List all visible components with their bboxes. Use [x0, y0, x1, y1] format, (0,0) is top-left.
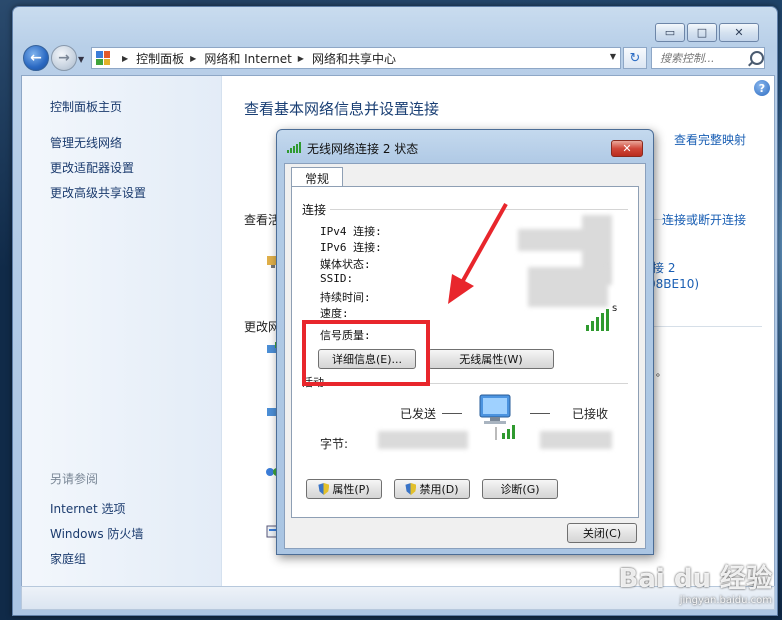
help-icon[interactable]: ?: [754, 80, 770, 96]
breadcrumb-separator: ▶: [122, 53, 129, 63]
back-button[interactable]: ←: [23, 45, 49, 71]
change-adapter-link[interactable]: 更改适配器设置: [50, 159, 134, 176]
connection-id-link[interactable]: 08BE10): [648, 277, 699, 291]
bytes-label: 字节:: [320, 437, 349, 451]
windows-firewall-link[interactable]: Windows 防火墙: [50, 525, 143, 542]
ipv6-label: IPv6 连接:: [320, 241, 382, 254]
details-button[interactable]: 详细信息(E)...: [318, 349, 416, 369]
caption-buttons: ▭ □ ✕: [655, 23, 759, 42]
dialog-close-button[interactable]: ✕: [611, 140, 643, 157]
navigation-bar: ← → ▼ ▶ 控制面板 ▶ 网络和 Internet ▶ 网络和共享中心 ▼ …: [21, 45, 771, 71]
speed-label: 速度:: [320, 307, 349, 320]
page-title: 查看基本网络信息并设置连接: [244, 100, 440, 118]
arrow-left-icon: ←: [30, 50, 42, 66]
forward-button[interactable]: →: [51, 45, 77, 71]
wireless-properties-button[interactable]: 无线属性(W): [428, 349, 554, 369]
properties-button[interactable]: 属性(P): [306, 479, 382, 499]
sent-dash: [442, 413, 462, 414]
properties-button-label: 属性(P): [332, 483, 370, 496]
ipv4-label: IPv4 连接:: [320, 225, 382, 238]
maximize-button[interactable]: □: [687, 23, 717, 42]
disable-button[interactable]: 禁用(D): [394, 479, 470, 499]
search-input[interactable]: [658, 50, 746, 66]
connection-name-link[interactable]: 接 2: [652, 259, 675, 276]
computer-activity-icon: [479, 394, 515, 440]
group-divider: [302, 383, 628, 384]
connect-disconnect-link[interactable]: 连接或断开连接: [662, 211, 746, 228]
red-arrow-icon: [448, 203, 508, 304]
partial-text: s: [612, 303, 618, 314]
address-bar[interactable]: ▶ 控制面板 ▶ 网络和 Internet ▶ 网络和共享中心 ▼: [91, 47, 621, 69]
see-also-heading: 另请参阅: [50, 472, 99, 486]
uac-shield-icon: [318, 483, 330, 495]
recent-pages-dropdown[interactable]: ▼: [78, 55, 84, 64]
connection-group-label: 连接: [302, 201, 331, 218]
full-map-link[interactable]: 查看完整映射: [674, 131, 746, 148]
activity-group-label: 活动: [302, 377, 328, 389]
watermark: Bai du 经验 jingyan.baidu.com: [619, 558, 773, 606]
redacted-received-bytes: [540, 431, 612, 449]
watermark-url: jingyan.baidu.com: [679, 595, 772, 606]
internet-options-link[interactable]: Internet 选项: [50, 500, 125, 517]
arrow-right-icon: →: [58, 50, 70, 66]
search-icon[interactable]: [750, 51, 764, 65]
diagnose-button[interactable]: 诊断(G): [482, 479, 558, 499]
ssid-label: SSID:: [320, 272, 354, 285]
uac-shield-icon: [405, 483, 417, 495]
minimize-button[interactable]: ▭: [655, 23, 685, 42]
duration-label: 持续时间:: [320, 291, 371, 304]
breadcrumb-network-internet[interactable]: 网络和 Internet: [204, 50, 291, 67]
media-state-label: 媒体状态:: [320, 258, 371, 271]
redacted-value: [518, 229, 588, 251]
dialog-title: 无线网络连接 2 状态: [307, 142, 419, 156]
control-panel-icon: [96, 51, 110, 65]
received-dash: [530, 413, 550, 414]
watermark-logo: Bai du 经验: [618, 564, 773, 594]
breadcrumb-separator[interactable]: ▶: [298, 54, 304, 63]
signal-bars-icon: [287, 142, 301, 153]
disable-button-label: 禁用(D): [419, 483, 459, 496]
advanced-sharing-link[interactable]: 更改高级共享设置: [50, 184, 146, 201]
redacted-sent-bytes: [378, 431, 468, 449]
partial-text: 。: [656, 368, 666, 379]
redacted-value: [528, 267, 608, 307]
breadcrumb-separator[interactable]: ▶: [190, 54, 196, 63]
received-label: 已接收: [572, 407, 609, 421]
refresh-icon: ↻: [629, 50, 641, 66]
wireless-status-dialog: 无线网络连接 2 状态 ✕ 常规 连接 IPv4 连接: IPv6 连接: 媒体…: [276, 129, 654, 555]
close-dialog-button[interactable]: 关闭(C): [567, 523, 637, 543]
sent-label: 已发送: [400, 407, 437, 421]
homegroup-link[interactable]: 家庭组: [50, 550, 86, 567]
breadcrumb-control-panel[interactable]: 控制面板: [136, 50, 184, 67]
close-button[interactable]: ✕: [719, 23, 759, 42]
active-networks-label: 查看活: [244, 213, 281, 227]
signal-strength-icon: [586, 309, 609, 331]
search-box[interactable]: [651, 47, 765, 69]
breadcrumb-sharing-center[interactable]: 网络和共享中心: [312, 50, 396, 67]
signal-quality-label: 信号质量:: [320, 329, 371, 342]
tab-general[interactable]: 常规: [291, 167, 343, 188]
refresh-button[interactable]: ↻: [623, 47, 647, 69]
left-task-pane: 控制面板主页 管理无线网络 更改适配器设置 更改高级共享设置 另请参阅 Inte…: [22, 76, 222, 586]
change-settings-label: 更改网: [244, 320, 281, 334]
control-panel-home-link[interactable]: 控制面板主页: [50, 98, 122, 115]
manage-wireless-link[interactable]: 管理无线网络: [50, 134, 122, 151]
address-dropdown-icon[interactable]: ▼: [610, 52, 616, 61]
